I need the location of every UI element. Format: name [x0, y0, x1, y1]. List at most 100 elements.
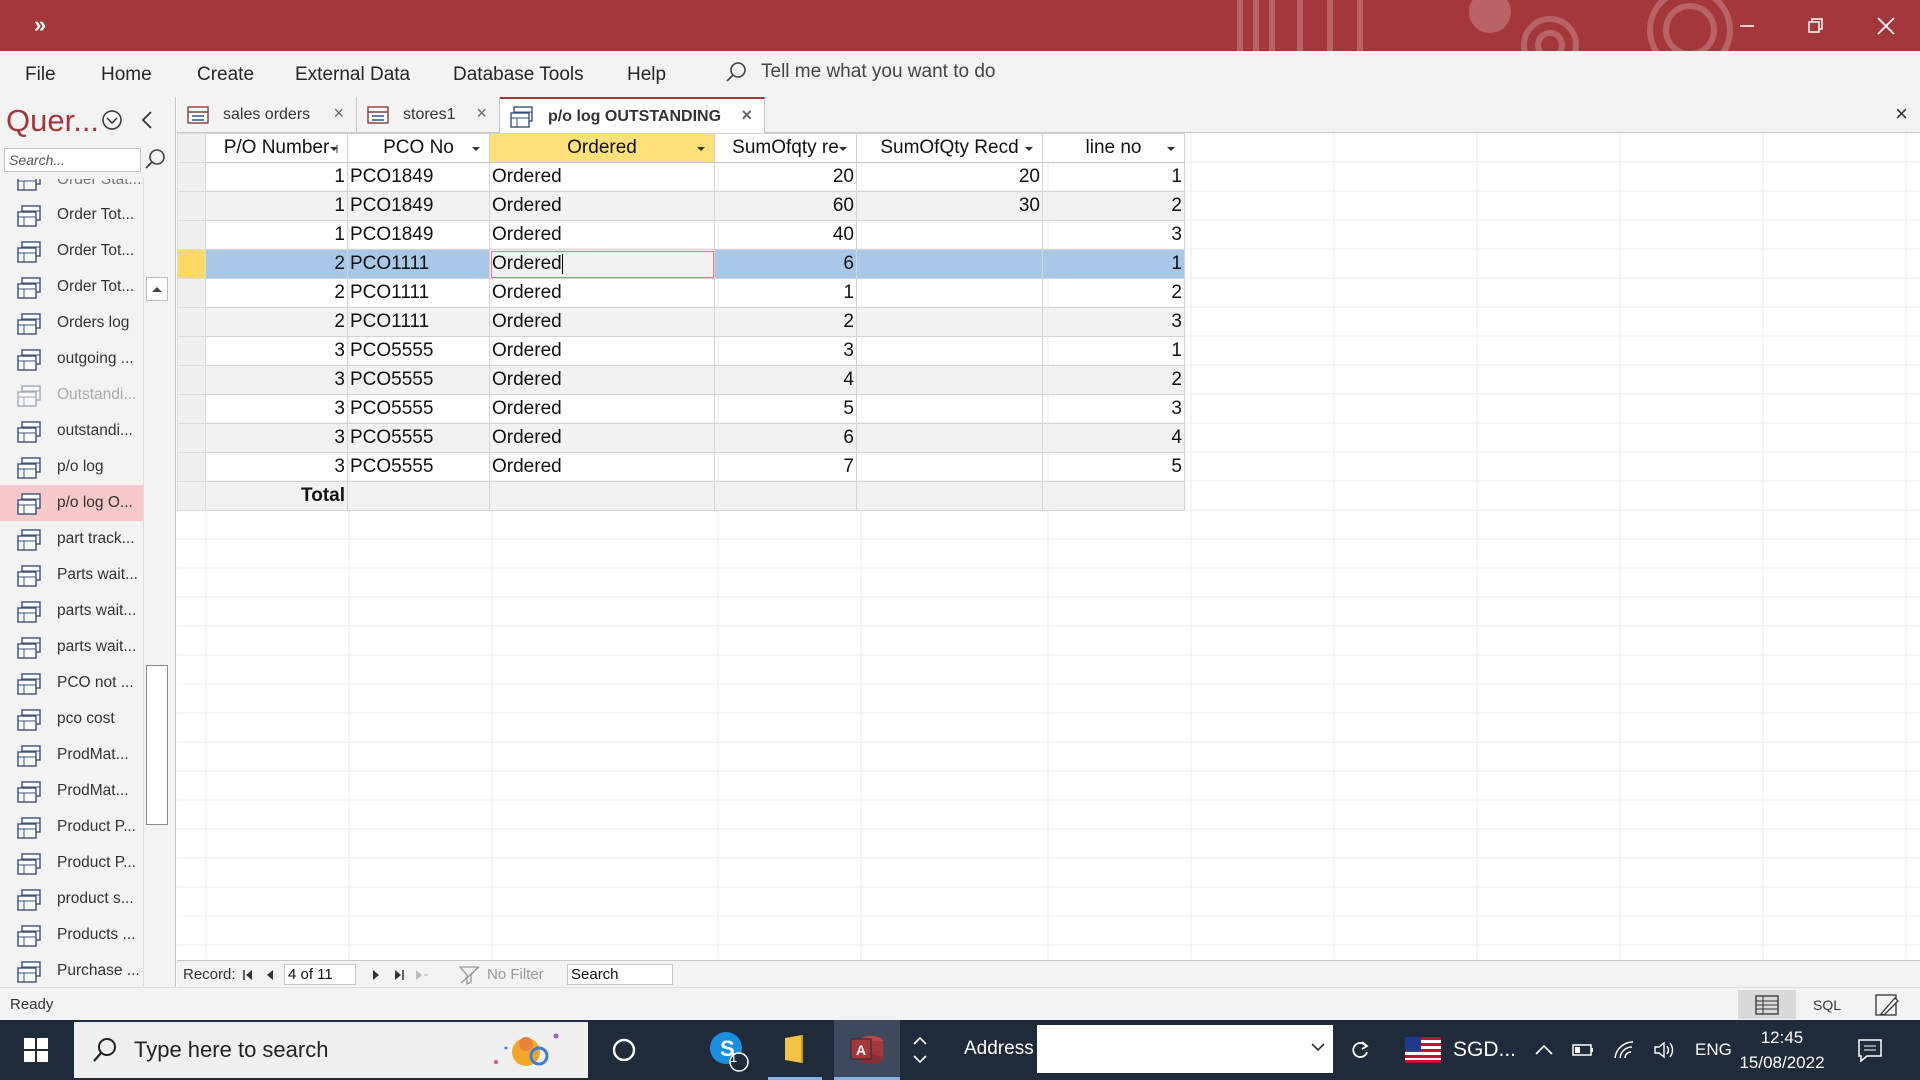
table-cell[interactable]: Ordered	[489, 423, 715, 453]
close-tab-icon[interactable]: ×	[741, 105, 752, 126]
table-cell[interactable]: Ordered	[489, 307, 715, 337]
nav-query-item[interactable]: PCO not ...	[0, 665, 143, 701]
table-cell[interactable]: 1	[714, 278, 857, 308]
dropdown-icon[interactable]	[838, 144, 848, 154]
table-row[interactable]: 2 PCO1111 Ordered 2 3	[177, 307, 1185, 337]
cortana-button[interactable]	[592, 1020, 656, 1080]
table-cell[interactable]	[856, 452, 1043, 482]
nav-pane-title[interactable]: Quer...	[6, 103, 99, 139]
table-row[interactable]: 1 PCO1849 Ordered 60 30 2	[177, 191, 1185, 221]
nav-query-item[interactable]: ProdMat...	[0, 737, 143, 773]
total-cell[interactable]	[347, 481, 490, 511]
filter-icon[interactable]	[458, 965, 486, 985]
table-cell[interactable]: 20	[856, 162, 1043, 192]
quick-access-toolbar-button[interactable]: »	[34, 12, 46, 38]
taskbar-search-box[interactable]: Type here to search	[74, 1022, 588, 1078]
table-cell[interactable]: Ordered	[489, 452, 715, 482]
restore-button[interactable]	[1781, 0, 1849, 51]
nav-query-item[interactable]: Order Tot...	[0, 269, 143, 305]
table-cell[interactable]: Ordered	[489, 220, 715, 250]
select-all-cell[interactable]	[177, 133, 206, 163]
current-record-field[interactable]: 4 of 11	[284, 964, 356, 985]
table-cell[interactable]	[856, 220, 1043, 250]
total-cell[interactable]	[489, 481, 715, 511]
scroll-up-button[interactable]	[146, 277, 168, 301]
table-row[interactable]: 3 PCO5555 Ordered 7 5	[177, 452, 1185, 482]
column-header[interactable]: P/O Number	[205, 133, 348, 163]
chevron-up-icon[interactable]	[913, 1037, 927, 1045]
table-cell[interactable]: 1	[205, 220, 348, 250]
table-cell[interactable]: 3	[205, 394, 348, 424]
total-cell[interactable]	[856, 481, 1043, 511]
record-selector[interactable]	[177, 365, 206, 395]
table-cell[interactable]: Ordered	[489, 336, 715, 366]
table-cell[interactable]: PCO1849	[347, 162, 490, 192]
sql-view-button[interactable]: SQL	[1798, 990, 1856, 1019]
total-cell[interactable]	[714, 481, 857, 511]
table-cell[interactable]: 1	[1042, 336, 1185, 366]
previous-record-icon[interactable]	[265, 969, 275, 981]
nav-query-item[interactable]: part track...	[0, 521, 143, 557]
nav-query-item[interactable]: pco cost	[0, 701, 143, 737]
table-cell[interactable]: 2	[714, 307, 857, 337]
table-cell[interactable]: PCO1111	[347, 249, 490, 279]
last-record-icon[interactable]	[393, 969, 405, 981]
table-cell[interactable]	[856, 336, 1043, 366]
table-cell[interactable]: PCO1111	[347, 278, 490, 308]
table-cell[interactable]	[856, 278, 1043, 308]
table-cell[interactable]	[856, 365, 1043, 395]
menu-external-data[interactable]: External Data	[295, 64, 410, 86]
table-cell[interactable]: 3	[714, 336, 857, 366]
nav-query-item[interactable]: p/o log	[0, 449, 143, 485]
record-selector[interactable]	[177, 307, 206, 337]
table-cell[interactable]: Ordered	[489, 249, 715, 279]
table-cell[interactable]: PCO1849	[347, 191, 490, 221]
table-cell[interactable]: 2	[205, 307, 348, 337]
address-refresh-button[interactable]	[1338, 1020, 1382, 1080]
nav-query-item[interactable]: outstandi...	[0, 413, 143, 449]
first-record-icon[interactable]	[242, 969, 254, 981]
menu-home[interactable]: Home	[101, 64, 152, 86]
nav-query-item[interactable]: Product P...	[0, 809, 143, 845]
chevron-down-icon[interactable]	[1311, 1043, 1325, 1052]
minimize-button[interactable]	[1713, 0, 1781, 51]
table-cell[interactable]: 3	[205, 365, 348, 395]
table-cell[interactable]: 4	[1042, 423, 1185, 453]
dropdown-icon[interactable]	[1166, 144, 1176, 154]
table-row[interactable]: 1 PCO1849 Ordered 40 3	[177, 220, 1185, 250]
table-cell[interactable]: 1	[205, 191, 348, 221]
nav-query-item[interactable]: product s...	[0, 881, 143, 917]
table-cell[interactable]: Ordered	[489, 191, 715, 221]
dropdown-icon[interactable]	[696, 144, 706, 154]
table-cell[interactable]: 6	[714, 423, 857, 453]
table-cell[interactable]: 5	[714, 394, 857, 424]
nav-query-item[interactable]: outgoing ...	[0, 341, 143, 377]
menu-help[interactable]: Help	[627, 64, 666, 86]
tell-me-box[interactable]: Tell me what you want to do	[725, 61, 995, 83]
record-selector[interactable]	[177, 249, 206, 279]
nav-query-item[interactable]: Parts wait...	[0, 557, 143, 593]
taskbar-scroll-buttons[interactable]	[906, 1020, 934, 1080]
column-header[interactable]: SumOfQty Recd	[856, 133, 1043, 163]
tab-sales-orders[interactable]: sales orders ×	[177, 97, 357, 133]
menu-file[interactable]: File	[25, 64, 56, 86]
record-selector[interactable]	[177, 220, 206, 250]
table-cell[interactable]: 7	[714, 452, 857, 482]
record-search-input[interactable]: Search	[567, 964, 673, 985]
sort-ascending-icon[interactable]	[329, 144, 339, 154]
close-tab-icon[interactable]: ×	[333, 103, 344, 124]
table-cell[interactable]: 30	[856, 191, 1043, 221]
table-cell[interactable]: 2	[205, 278, 348, 308]
show-hidden-icons-icon[interactable]	[1535, 1044, 1553, 1056]
datasheet-view-button[interactable]	[1738, 990, 1796, 1019]
nav-query-item[interactable]: Orders log	[0, 305, 143, 341]
currency-widget[interactable]: SGD...	[1405, 1020, 1516, 1080]
table-cell[interactable]: PCO5555	[347, 394, 490, 424]
table-cell[interactable]: PCO5555	[347, 423, 490, 453]
close-window-button[interactable]	[1852, 0, 1920, 51]
record-selector[interactable]	[177, 452, 206, 482]
nav-scrollbar[interactable]	[143, 177, 169, 1080]
table-cell[interactable]: 5	[1042, 452, 1185, 482]
nav-search-icon[interactable]	[143, 147, 167, 171]
address-input[interactable]	[1037, 1025, 1333, 1073]
